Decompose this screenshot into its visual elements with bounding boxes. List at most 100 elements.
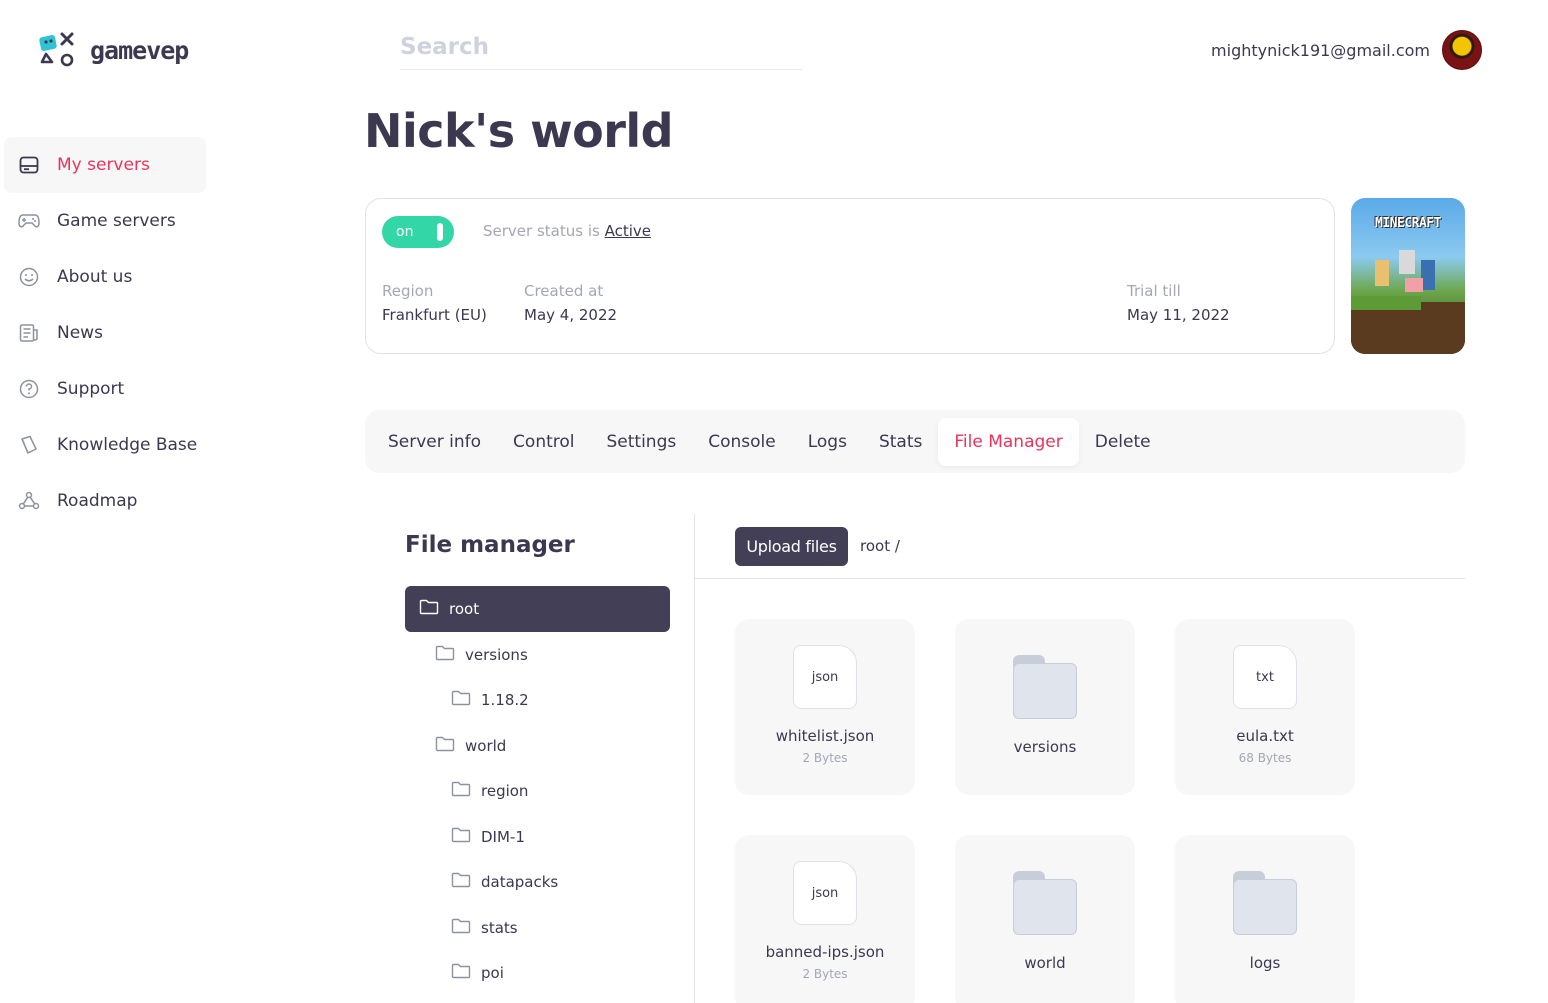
sidebar-item-label: Game servers: [57, 211, 176, 231]
cover-character: [1421, 260, 1435, 290]
trial-label: Trial till: [1127, 282, 1181, 300]
book-icon: [18, 434, 40, 456]
json-file-icon: json: [793, 861, 857, 925]
tree-item-label: 1.18.2: [481, 691, 529, 710]
power-toggle[interactable]: on: [382, 216, 454, 248]
folder-icon: [435, 736, 455, 756]
upload-files-button[interactable]: Upload files: [735, 527, 848, 566]
txt-file-icon: txt: [1233, 645, 1297, 709]
roadmap-icon: [18, 490, 40, 512]
smile-icon: [18, 266, 40, 288]
folder-icon: [1233, 871, 1297, 935]
file-name: whitelist.json: [775, 727, 875, 745]
trial-value: May 11, 2022: [1127, 306, 1230, 324]
folder-item-logs[interactable]: logs: [1175, 835, 1355, 1003]
tree-item-datapacks[interactable]: datapacks: [405, 860, 670, 906]
file-item-whitelist-json[interactable]: json whitelist.json 2 Bytes: [735, 619, 915, 795]
cover-pig: [1405, 278, 1423, 292]
tree-item-versions[interactable]: versions: [405, 632, 670, 678]
tab-file-manager[interactable]: File Manager: [938, 417, 1079, 466]
tree-item-poi[interactable]: poi: [405, 951, 670, 997]
tree-item-region[interactable]: region: [405, 769, 670, 815]
sidebar-item-label: News: [57, 323, 103, 343]
sidebar-item-label: My servers: [57, 155, 150, 175]
sidebar-item-news[interactable]: News: [4, 305, 206, 361]
folder-icon: [451, 963, 471, 983]
tab-settings[interactable]: Settings: [591, 418, 693, 466]
tree-item-label: poi: [481, 964, 504, 983]
file-toolbar: Upload files root /: [695, 514, 1465, 579]
breadcrumb[interactable]: root /: [860, 537, 900, 555]
avatar[interactable]: [1442, 30, 1482, 70]
brand-name: gamevep: [90, 35, 189, 65]
server-icon: [18, 154, 40, 176]
cover-grass: [1351, 296, 1421, 310]
tree-item-dim-1[interactable]: DIM-1: [405, 814, 670, 860]
user-menu[interactable]: mightynick191@gmail.com: [1211, 30, 1482, 70]
status-prefix: Server status is: [483, 222, 600, 240]
server-status-card: on Server status is Active Region Frankf…: [365, 198, 1335, 354]
folder-icon: [451, 827, 471, 847]
sidebar-item-label: Support: [57, 379, 125, 399]
file-size: 68 Bytes: [1238, 751, 1292, 765]
tree-item-root[interactable]: root: [405, 586, 670, 632]
tab-console[interactable]: Console: [692, 418, 792, 466]
file-item-banned-ips-json[interactable]: json banned-ips.json 2 Bytes: [735, 835, 915, 1003]
sidebar-item-knowledge-base[interactable]: Knowledge Base: [4, 417, 206, 473]
created-block: Created at May 4, 2022: [524, 282, 617, 324]
status-value-link[interactable]: Active: [605, 222, 651, 240]
json-file-icon: json: [793, 645, 857, 709]
created-label: Created at: [524, 282, 604, 300]
tree-item-stats[interactable]: stats: [405, 905, 670, 951]
cover-character: [1399, 250, 1415, 274]
file-size: 2 Bytes: [802, 751, 848, 765]
brand-logo[interactable]: gamevep: [38, 30, 189, 70]
file-name: banned-ips.json: [765, 943, 885, 961]
folder-item-versions[interactable]: versions: [955, 619, 1135, 795]
folder-icon: [451, 872, 471, 892]
tab-stats[interactable]: Stats: [863, 418, 938, 466]
tree-item-label: DIM-1: [481, 827, 525, 846]
toggle-knob: [437, 223, 443, 241]
tree-item-world[interactable]: world: [405, 723, 670, 769]
region-value: Frankfurt (EU): [382, 306, 487, 324]
search-box[interactable]: [400, 26, 802, 70]
folder-tree: root versions 1.18.2 world region DIM-1 …: [405, 586, 670, 996]
game-cover-image: MINECRAFT: [1351, 198, 1465, 354]
sidebar-item-label: Knowledge Base: [57, 435, 198, 455]
folder-icon: [1013, 871, 1077, 935]
created-value: May 4, 2022: [524, 306, 618, 324]
server-status: Server status is Active: [483, 222, 651, 240]
tree-item-label: stats: [481, 918, 518, 937]
file-item-eula-txt[interactable]: txt eula.txt 68 Bytes: [1175, 619, 1355, 795]
folder-name: logs: [1249, 954, 1281, 972]
sidebar-item-my-servers[interactable]: My servers: [4, 137, 206, 193]
file-tree-panel: File manager root versions 1.18.2 world …: [365, 514, 695, 1003]
tree-item-label: world: [465, 736, 507, 755]
tab-control[interactable]: Control: [497, 418, 590, 466]
search-input[interactable]: [400, 26, 802, 68]
question-icon: [18, 378, 40, 400]
sidebar-item-roadmap[interactable]: Roadmap: [4, 473, 206, 529]
toggle-label: on: [396, 224, 414, 240]
folder-item-world[interactable]: world: [955, 835, 1135, 1003]
file-name: eula.txt: [1236, 727, 1294, 745]
tree-item-label: region: [481, 782, 529, 801]
tab-server-info[interactable]: Server info: [372, 418, 497, 466]
cover-character: [1375, 260, 1389, 286]
sidebar-item-support[interactable]: Support: [4, 361, 206, 417]
file-manager-title: File manager: [405, 532, 575, 558]
tree-item-1-18-2[interactable]: 1.18.2: [405, 678, 670, 724]
user-email: mightynick191@gmail.com: [1211, 40, 1430, 60]
folder-icon: [1013, 655, 1077, 719]
tree-item-label: versions: [465, 645, 528, 664]
tab-delete[interactable]: Delete: [1079, 418, 1167, 466]
sidebar-item-game-servers[interactable]: Game servers: [4, 193, 206, 249]
tab-logs[interactable]: Logs: [792, 418, 863, 466]
folder-icon: [451, 918, 471, 938]
gamepad-icon: [18, 210, 40, 232]
region-label: Region: [382, 282, 434, 300]
sidebar-item-about-us[interactable]: About us: [4, 249, 206, 305]
sidebar: My servers Game servers About us News Su…: [4, 137, 206, 529]
folder-name: world: [1024, 954, 1066, 972]
